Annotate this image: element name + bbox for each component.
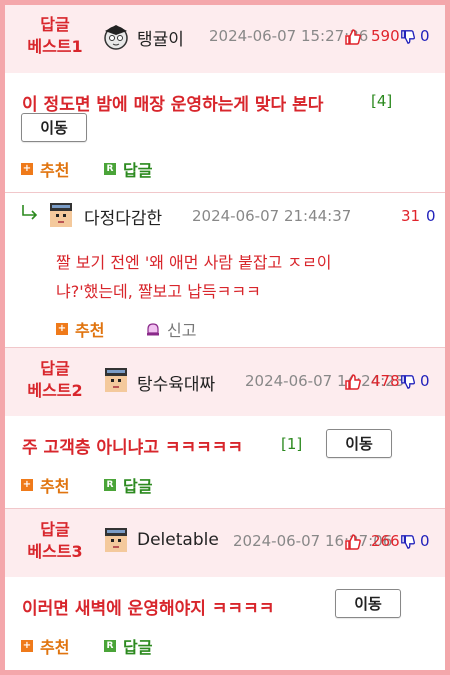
comment-count: [1]: [281, 435, 303, 453]
move-button[interactable]: 이동: [326, 429, 392, 458]
reply-button[interactable]: R 답글: [104, 157, 152, 181]
thumbs-down-icon[interactable]: [400, 28, 416, 46]
upvote-count: 590: [371, 27, 400, 45]
plus-icon: +: [21, 640, 33, 652]
reply-button[interactable]: R 답글: [104, 634, 152, 658]
best-comment-header-1: 답글 베스트1 탱귤이 2024-06-07 15:27:36 590 0: [5, 5, 445, 73]
user-avatar-icon[interactable]: [102, 366, 130, 394]
user-avatar-icon[interactable]: [102, 526, 130, 554]
reply-icon: R: [104, 640, 116, 652]
report-bell-icon: [147, 323, 159, 336]
author-nickname[interactable]: 탕수육대짜: [137, 370, 215, 395]
plus-icon: +: [21, 479, 33, 491]
upvote-count: 266: [371, 532, 400, 550]
reply-datetime: 2024-06-07 21:44:37: [192, 207, 352, 225]
author-nickname[interactable]: Deletable: [137, 530, 219, 550]
reply-icon: R: [104, 163, 116, 175]
reply-icon: R: [104, 479, 116, 491]
best-label-3: 답글 베스트3: [27, 520, 83, 561]
best-label-2: 답글 베스트2: [27, 359, 83, 400]
user-avatar-icon[interactable]: [102, 22, 130, 50]
best-comment-header-3: 답글 베스트3 Deletable 2024-06-07 16:27:06 26…: [5, 509, 445, 577]
reply-button[interactable]: R 답글: [104, 473, 152, 497]
report-button[interactable]: 신고: [145, 317, 196, 341]
thumbs-down-icon[interactable]: [400, 373, 416, 391]
thumbs-down-icon[interactable]: [400, 533, 416, 551]
thumbs-up-icon[interactable]: [344, 28, 362, 46]
post-title[interactable]: 이러면 새벽에 운영해야지 ㅋㅋㅋㅋ: [22, 594, 274, 619]
best-comment-header-2: 답글 베스트2 탕수육대짜 2024-06-07 14:24:23 478 0: [5, 348, 445, 416]
reply-arrow-icon: [22, 205, 38, 220]
thumbs-up-icon[interactable]: [344, 533, 362, 551]
upvote-count: 478: [371, 372, 400, 390]
best-label-1: 답글 베스트1: [27, 15, 83, 56]
downvote-count: 0: [420, 27, 430, 45]
recommend-button[interactable]: + 추천: [21, 473, 69, 497]
reply-author-nickname[interactable]: 다정다감한: [84, 204, 162, 229]
move-button[interactable]: 이동: [335, 589, 401, 618]
move-button[interactable]: 이동: [21, 113, 87, 142]
best-comments-panel: 답글 베스트1 탱귤이 2024-06-07 15:27:36 590 0 이 …: [5, 5, 445, 670]
thumbs-up-icon[interactable]: [344, 373, 362, 391]
divider: [5, 192, 445, 193]
plus-icon: +: [56, 323, 68, 335]
user-avatar-icon[interactable]: [47, 201, 75, 229]
reply-downvote-count: 0: [426, 207, 436, 225]
author-nickname[interactable]: 탱귤이: [137, 25, 184, 50]
comment-count: [4]: [371, 92, 393, 110]
downvote-count: 0: [420, 532, 430, 550]
post-title[interactable]: 주 고객층 아니냐고 ㅋㅋㅋㅋㅋ: [22, 433, 243, 458]
plus-icon: +: [21, 163, 33, 175]
reply-text: 짤 보기 전엔 '왜 애먼 사람 붙잡고 ㅈㄹ이 냐?'했는데, 짤보고 납득ㅋ…: [56, 253, 332, 301]
recommend-button[interactable]: + 추천: [21, 634, 69, 658]
reply-upvote-count: 31: [401, 207, 421, 225]
post-title[interactable]: 이 정도면 밤에 매장 운영하는게 맞다 본다: [22, 90, 323, 115]
reply-recommend-button[interactable]: + 추천: [56, 317, 104, 341]
recommend-button[interactable]: + 추천: [21, 157, 69, 181]
downvote-count: 0: [420, 372, 430, 390]
post-datetime: 2024-06-07 16:27:06: [233, 532, 393, 550]
